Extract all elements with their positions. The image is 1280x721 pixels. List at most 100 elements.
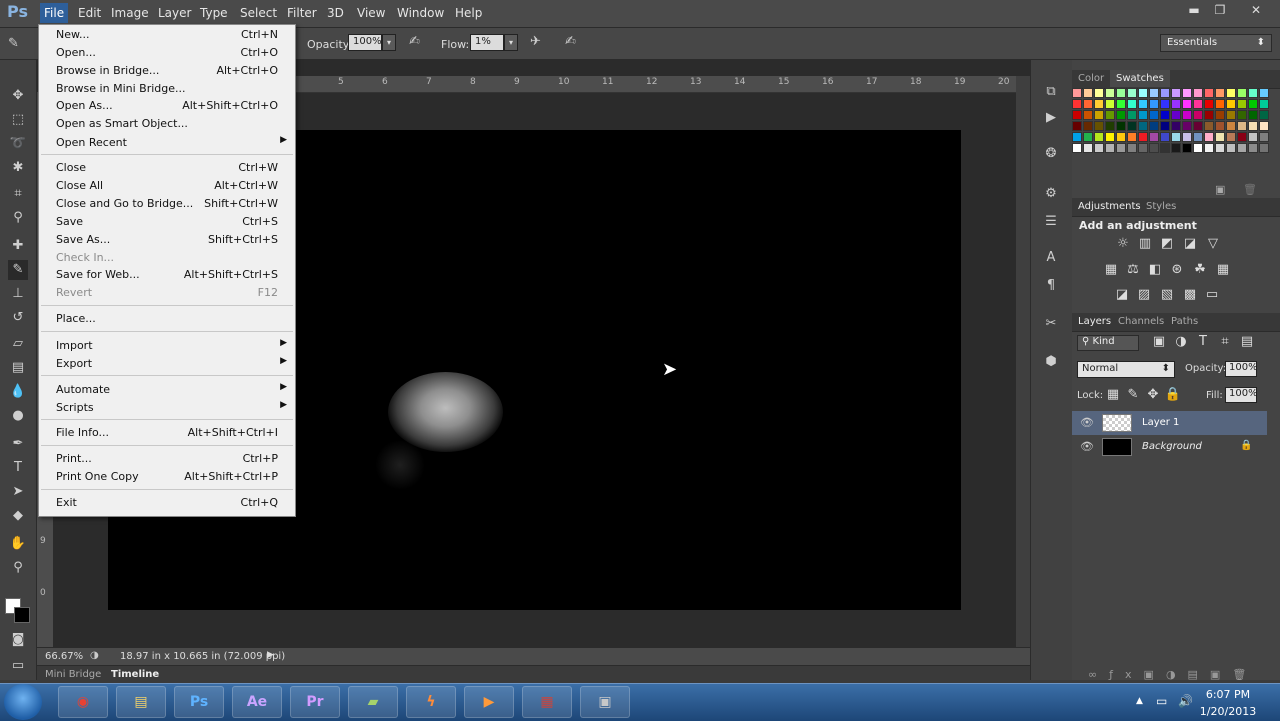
visibility-eye-icon[interactable]: 👁: [1080, 416, 1094, 429]
swatch[interactable]: [1226, 132, 1236, 142]
new-swatch-icon[interactable]: ▣: [1215, 183, 1225, 196]
restore-button[interactable]: ❐: [1209, 3, 1231, 21]
swatch[interactable]: [1193, 143, 1203, 153]
swatch[interactable]: [1248, 99, 1258, 109]
swatch[interactable]: [1105, 99, 1115, 109]
pen-tool-icon[interactable]: ✒: [8, 434, 28, 454]
type-tool-icon[interactable]: T: [8, 458, 28, 478]
volume-icon[interactable]: 🔊: [1178, 694, 1193, 708]
tab-timeline[interactable]: Timeline: [111, 669, 159, 680]
vertical-scrollbar[interactable]: [1016, 76, 1030, 656]
marquee-tool-icon[interactable]: ⬚: [8, 110, 28, 130]
swatch[interactable]: [1237, 121, 1247, 131]
menu-view[interactable]: View: [357, 6, 385, 20]
swatch[interactable]: [1171, 88, 1181, 98]
menu-item-close[interactable]: Close Ctrl+W: [39, 159, 295, 177]
swatch[interactable]: [1215, 88, 1225, 98]
swatch[interactable]: [1138, 110, 1148, 120]
swatch[interactable]: [1138, 99, 1148, 109]
flow-dropdown[interactable]: ▾: [504, 34, 518, 51]
lock-position-icon[interactable]: ✥: [1144, 387, 1162, 405]
filter-smart-icon[interactable]: ▤: [1238, 334, 1256, 352]
menu-image[interactable]: Image: [111, 6, 149, 20]
swatch[interactable]: [1237, 99, 1247, 109]
swatch[interactable]: [1204, 99, 1214, 109]
menu-item-print[interactable]: Print... Ctrl+P: [39, 450, 295, 468]
swatch[interactable]: [1083, 99, 1093, 109]
swatch[interactable]: [1259, 121, 1269, 131]
taskbar-winrar-icon[interactable]: ▦: [522, 686, 572, 718]
airbrush-icon[interactable]: ✈: [530, 34, 541, 49]
menu-item-browse-mini-bridge[interactable]: Browse in Mini Bridge...: [39, 80, 295, 98]
swatch[interactable]: [1215, 132, 1225, 142]
layer-name[interactable]: Layer 1: [1142, 417, 1179, 428]
swatches-grid[interactable]: [1072, 88, 1269, 184]
swatch[interactable]: [1138, 121, 1148, 131]
swatch[interactable]: [1259, 99, 1269, 109]
shape-tool-icon[interactable]: ◆: [8, 506, 28, 526]
lock-pixels-icon[interactable]: ✎: [1124, 387, 1142, 405]
swatch[interactable]: [1171, 99, 1181, 109]
swatch[interactable]: [1072, 121, 1082, 131]
threshold-icon[interactable]: ▧: [1158, 287, 1176, 305]
brush-panel-icon[interactable]: ❂: [1041, 146, 1061, 166]
swatch[interactable]: [1215, 143, 1225, 153]
swatch[interactable]: [1083, 121, 1093, 131]
menu-item-open[interactable]: Open... Ctrl+O: [39, 44, 295, 62]
taskbar-notes-icon[interactable]: ▰: [348, 686, 398, 718]
history-brush-tool-icon[interactable]: ↺: [8, 308, 28, 328]
quick-select-tool-icon[interactable]: ✱: [8, 158, 28, 178]
swatch[interactable]: [1182, 121, 1192, 131]
taskbar-after-effects-icon[interactable]: Ae: [232, 686, 282, 718]
taskbar-flash-icon[interactable]: ϟ: [406, 686, 456, 718]
swatch[interactable]: [1116, 121, 1126, 131]
swatch[interactable]: [1193, 99, 1203, 109]
swatch[interactable]: [1248, 88, 1258, 98]
hue-saturation-icon[interactable]: ▦: [1102, 262, 1120, 280]
swatch[interactable]: [1259, 110, 1269, 120]
swatch[interactable]: [1127, 121, 1137, 131]
opacity-dropdown[interactable]: ▾: [382, 34, 396, 51]
filter-shape-icon[interactable]: ⌗: [1216, 334, 1234, 352]
swatch[interactable]: [1248, 110, 1258, 120]
tab-channels[interactable]: Channels: [1118, 316, 1164, 327]
vibrance-icon[interactable]: ▽: [1204, 236, 1222, 254]
swatch[interactable]: [1072, 88, 1082, 98]
menu-item-scripts[interactable]: Scripts ▶: [39, 399, 295, 417]
tab-paths[interactable]: Paths: [1171, 316, 1198, 327]
swatch[interactable]: [1182, 143, 1192, 153]
swatch[interactable]: [1259, 88, 1269, 98]
clock-time[interactable]: 6:07 PM: [1198, 688, 1258, 701]
clone-source-icon[interactable]: ☰: [1041, 214, 1061, 234]
selective-color-icon[interactable]: ▩: [1181, 287, 1199, 305]
swatch[interactable]: [1182, 110, 1192, 120]
character-panel-icon[interactable]: A: [1041, 250, 1061, 270]
pressure-opacity-icon[interactable]: ✍: [409, 34, 420, 49]
lock-all-icon[interactable]: 🔒: [1164, 387, 1182, 405]
menu-item-import[interactable]: Import ▶: [39, 337, 295, 355]
swatch[interactable]: [1193, 132, 1203, 142]
lasso-tool-icon[interactable]: ➰: [8, 134, 28, 154]
swatch[interactable]: [1237, 88, 1247, 98]
menu-3d[interactable]: 3D: [327, 6, 344, 20]
swatch[interactable]: [1182, 132, 1192, 142]
eraser-tool-icon[interactable]: ▱: [8, 334, 28, 354]
menu-item-place[interactable]: Place...: [39, 310, 295, 328]
swatch[interactable]: [1149, 143, 1159, 153]
swatch[interactable]: [1204, 143, 1214, 153]
minimize-button[interactable]: ▬: [1183, 3, 1205, 21]
swatch[interactable]: [1237, 143, 1247, 153]
swatch[interactable]: [1138, 132, 1148, 142]
opacity-field[interactable]: 100%: [348, 34, 382, 51]
swatch[interactable]: [1105, 143, 1115, 153]
healing-brush-tool-icon[interactable]: ✚: [8, 236, 28, 256]
menu-window[interactable]: Window: [397, 6, 444, 20]
layer-filter-kind[interactable]: ⚲ Kind: [1077, 335, 1139, 351]
menu-item-close-go-bridge[interactable]: Close and Go to Bridge... Shift+Ctrl+W: [39, 195, 295, 213]
tab-styles[interactable]: Styles: [1146, 201, 1176, 212]
move-tool-icon[interactable]: ✥: [8, 86, 28, 106]
swatch[interactable]: [1215, 99, 1225, 109]
swatch[interactable]: [1237, 132, 1247, 142]
taskbar-explorer-icon[interactable]: ▤: [116, 686, 166, 718]
swatch[interactable]: [1116, 132, 1126, 142]
